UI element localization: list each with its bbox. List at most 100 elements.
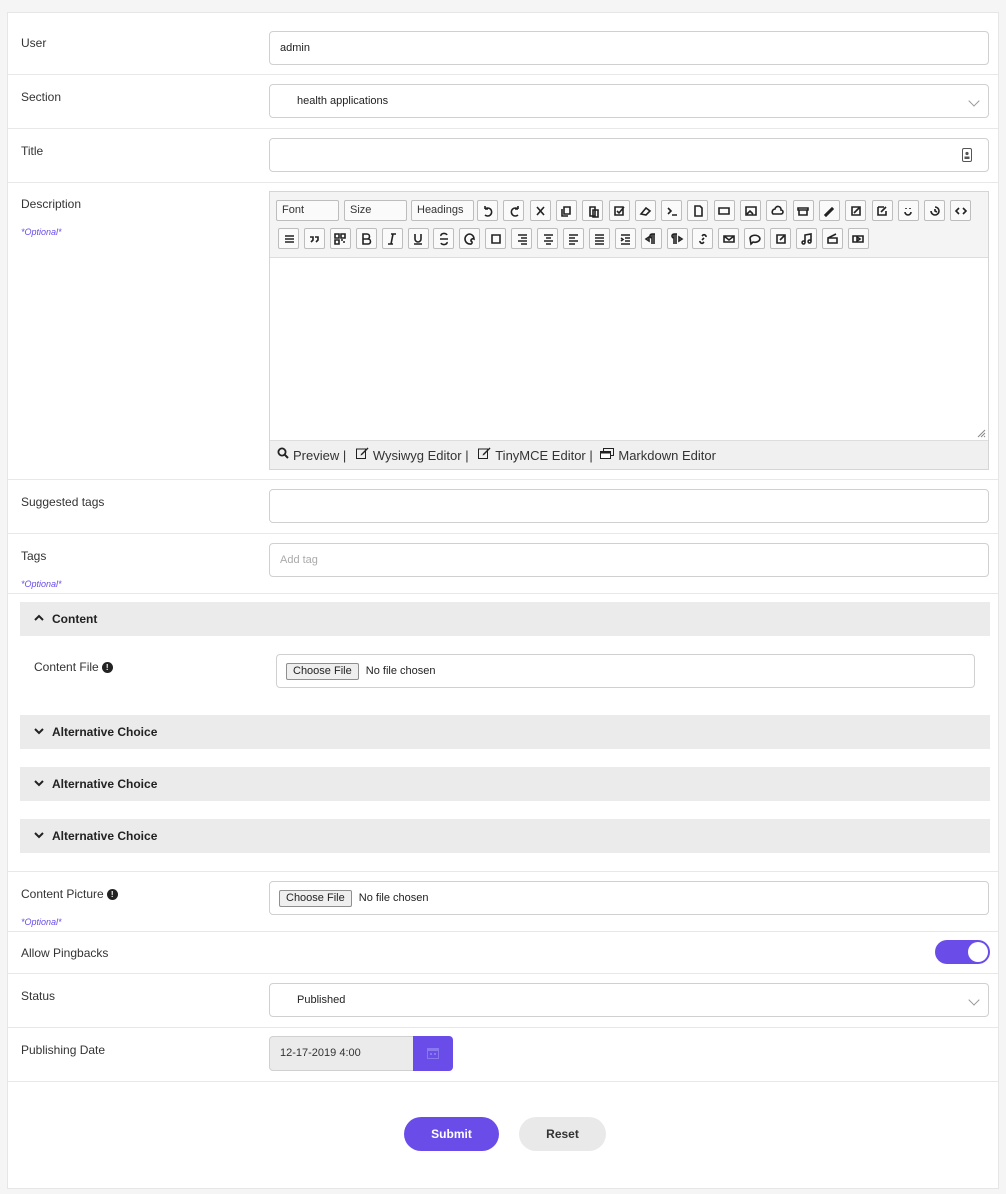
external-button[interactable]	[770, 228, 792, 249]
qrcode-button[interactable]	[329, 228, 351, 249]
tags-row: Tags *Optional* Add tag	[8, 534, 998, 594]
pencil-button[interactable]	[818, 200, 840, 221]
rtl-button[interactable]	[666, 228, 688, 249]
film-button[interactable]	[821, 228, 843, 249]
allow-pingbacks-row: Allow Pingbacks	[8, 932, 998, 974]
user-input[interactable]: admin	[269, 31, 989, 65]
calendar-button[interactable]	[413, 1036, 453, 1071]
editor-footer: Preview | Wysiwyg Editor | TinyMCE Edito…	[270, 440, 988, 469]
edit-square-icon	[877, 206, 887, 216]
suggested-tags-input[interactable]	[269, 489, 989, 523]
list-button[interactable]	[278, 228, 299, 249]
calendar-icon	[427, 1048, 439, 1059]
eraser-icon	[639, 206, 652, 216]
headings-dropdown[interactable]: Headings	[411, 200, 474, 221]
description-optional: *Optional*	[21, 227, 62, 237]
underline-icon	[414, 234, 422, 245]
resize-handle-icon[interactable]	[977, 429, 986, 438]
title-input[interactable]	[269, 138, 989, 172]
contact-card-icon	[962, 148, 972, 162]
markdown-link[interactable]: Markdown Editor	[600, 441, 716, 470]
publishing-date-input[interactable]: 12-17-2019 4:00	[269, 1036, 414, 1071]
content-picture-choose-button[interactable]: Choose File	[279, 889, 352, 907]
content-picture-input[interactable]: Choose File No file chosen	[269, 881, 989, 915]
cut-button[interactable]	[529, 200, 551, 221]
rectangle-icon	[718, 207, 730, 215]
rich-text-editor: Font Size Headings Preview | Wysiwyg Edi…	[269, 191, 989, 470]
undo-button[interactable]	[477, 200, 498, 221]
strikethrough-button[interactable]	[433, 228, 455, 249]
edit-icon	[355, 447, 369, 460]
toggle-knob	[968, 942, 988, 962]
redo-button[interactable]	[503, 200, 525, 221]
tags-input[interactable]: Add tag	[269, 543, 989, 577]
cloud-upload-icon	[771, 205, 784, 215]
external-icon	[775, 234, 786, 244]
paste-button[interactable]	[582, 200, 604, 221]
link-button[interactable]	[692, 228, 714, 249]
status-select[interactable]: Published	[269, 983, 989, 1017]
bold-button[interactable]	[355, 228, 377, 249]
wysiwyg-link[interactable]: Wysiwyg Editor |	[355, 441, 469, 470]
underline-button[interactable]	[407, 228, 429, 249]
history-button[interactable]	[924, 200, 946, 221]
tinymce-label: TinyMCE Editor |	[495, 447, 593, 463]
eraser-button[interactable]	[634, 200, 656, 221]
italic-button[interactable]	[381, 228, 403, 249]
chevron-down-icon	[968, 95, 980, 107]
smile-button[interactable]	[897, 200, 919, 221]
align-left-button[interactable]	[562, 228, 584, 249]
rectangle-button[interactable]	[713, 200, 735, 221]
publishing-date-label: Publishing Date	[21, 1043, 106, 1057]
size-dropdown[interactable]: Size	[344, 200, 407, 221]
search-icon	[277, 447, 289, 459]
image-button[interactable]	[740, 200, 761, 221]
edit-button[interactable]	[845, 200, 867, 221]
preview-link[interactable]: Preview |	[277, 441, 346, 470]
cloud-upload-button[interactable]	[766, 200, 788, 221]
font-dropdown[interactable]: Font	[276, 200, 339, 221]
copy-button[interactable]	[555, 200, 577, 221]
code-icon	[954, 207, 968, 215]
tinymce-link[interactable]: TinyMCE Editor |	[478, 441, 593, 470]
quote-button[interactable]	[303, 228, 325, 249]
palette-button[interactable]	[459, 228, 481, 249]
indent-button[interactable]	[614, 228, 636, 249]
ltr-button[interactable]	[640, 228, 662, 249]
link-icon	[699, 233, 707, 245]
allow-pingbacks-toggle[interactable]	[935, 940, 990, 964]
comment-button[interactable]	[744, 228, 766, 249]
publishing-date-row: Publishing Date	[8, 1028, 998, 1082]
checkbox-button[interactable]	[608, 200, 630, 221]
editor-content-area[interactable]	[270, 258, 988, 440]
edit-square-button[interactable]	[871, 200, 893, 221]
section-select[interactable]: health applications	[269, 84, 989, 118]
status-row: Status Published	[8, 974, 998, 1028]
redo-icon	[510, 206, 519, 217]
square-button[interactable]	[485, 228, 507, 249]
music-button[interactable]	[796, 228, 817, 249]
reset-button[interactable]: Reset	[519, 1117, 606, 1151]
align-right-button[interactable]	[511, 228, 533, 249]
user-row: User admin	[8, 13, 998, 75]
terminal-icon	[667, 207, 677, 216]
align-center-button[interactable]	[537, 228, 558, 249]
tags-label: Tags	[21, 549, 47, 563]
envelope-button[interactable]	[718, 228, 740, 249]
undo-icon	[483, 206, 492, 217]
video-button[interactable]	[847, 228, 869, 249]
archive-button[interactable]	[792, 200, 814, 221]
info-icon: !	[106, 889, 118, 901]
justify-button[interactable]	[588, 228, 610, 249]
content-picture-status: No file chosen	[358, 892, 429, 904]
section-select-value: health applications	[297, 95, 389, 107]
code-button[interactable]	[950, 200, 972, 221]
align-left-icon	[569, 234, 579, 245]
submit-button[interactable]: Submit	[404, 1117, 499, 1151]
content-picture-row: Content Picture! *Optional* Choose File …	[8, 872, 998, 932]
terminal-button[interactable]	[661, 200, 683, 221]
italic-icon	[388, 233, 397, 245]
film-icon	[827, 233, 839, 244]
file-button[interactable]	[687, 200, 709, 221]
chevron-down-icon	[968, 994, 980, 1006]
